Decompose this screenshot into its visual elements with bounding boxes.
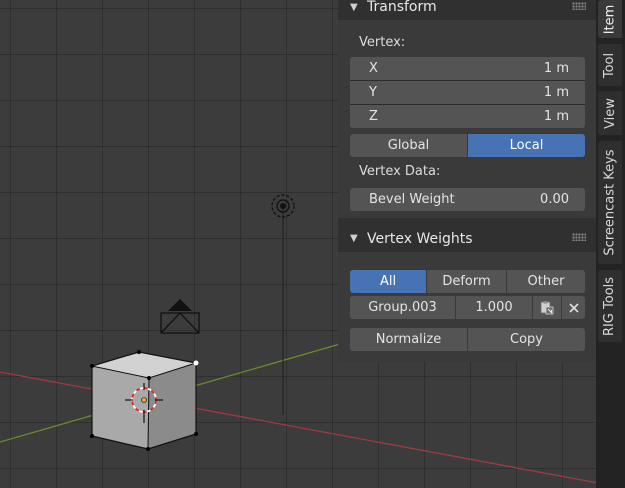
bevel-weight-field[interactable]: Bevel Weight 0.00 — [350, 188, 585, 211]
tab-screencast-keys-label: Screencast Keys — [602, 149, 618, 256]
chevron-down-icon: ▼ — [350, 1, 358, 13]
local-button[interactable]: Local — [468, 134, 585, 157]
vertex-z-field[interactable]: Z 1 m — [350, 105, 585, 128]
vertex-data-label: Vertex Data: — [359, 164, 441, 179]
vertex-y-label: Y — [369, 85, 377, 100]
copy-button[interactable]: Copy — [468, 328, 585, 351]
paste-to-selected-icon[interactable] — [533, 296, 561, 319]
transform-panel-body: Vertex: X 1 m Y 1 m Z 1 m Global Local V… — [338, 20, 596, 218]
vertex-y-value: 1 m — [543, 85, 569, 100]
vertex-x-label: X — [369, 61, 378, 76]
tab-view-label: View — [602, 97, 618, 129]
filter-all-button[interactable]: All — [350, 270, 426, 293]
vertex-weights-panel-title: Vertex Weights — [367, 230, 473, 247]
vertex-y-field[interactable]: Y 1 m — [350, 81, 585, 104]
tab-rig-tools[interactable]: RIG Tools — [598, 270, 622, 342]
tab-item-label: Item — [602, 4, 618, 34]
vertex-z-value: 1 m — [543, 109, 569, 124]
vertex-weights-panel-body: All Deform Other Group.003 1.000 Normali… — [338, 252, 596, 362]
sidebar-panel: ▼ Transform Vertex: X 1 m Y 1 m Z 1 m Gl… — [338, 0, 596, 362]
sidebar-tab-strip: Item Tool View Screencast Keys RIG Tools — [596, 0, 625, 488]
drag-grip-icon[interactable] — [572, 2, 586, 10]
drag-grip-icon[interactable] — [572, 233, 586, 241]
vertex-label: Vertex: — [359, 35, 406, 50]
tab-view[interactable]: View — [598, 91, 622, 135]
vertex-z-label: Z — [369, 109, 378, 124]
normalize-button[interactable]: Normalize — [350, 328, 467, 351]
vertex-x-value: 1 m — [543, 61, 569, 76]
filter-deform-button[interactable]: Deform — [427, 270, 506, 293]
close-icon[interactable] — [562, 296, 585, 319]
vertex-weights-panel-header[interactable]: ▼ Vertex Weights — [338, 225, 596, 252]
tab-screencast-keys[interactable]: Screencast Keys — [598, 141, 622, 264]
chevron-down-icon: ▼ — [350, 233, 358, 244]
bevel-weight-value: 0.00 — [540, 192, 569, 207]
global-button[interactable]: Global — [350, 134, 467, 157]
filter-other-button[interactable]: Other — [507, 270, 585, 293]
vertex-group-name[interactable]: Group.003 — [350, 296, 455, 319]
light-icon — [271, 194, 295, 415]
transform-panel-header[interactable]: ▼ Transform — [338, 0, 596, 20]
tab-tool[interactable]: Tool — [598, 44, 622, 86]
bevel-weight-label: Bevel Weight — [369, 192, 455, 207]
vertex-x-field[interactable]: X 1 m — [350, 57, 585, 80]
tab-tool-label: Tool — [602, 52, 618, 78]
transform-panel-title: Transform — [367, 0, 437, 15]
vertex-group-weight-field[interactable]: 1.000 — [456, 296, 532, 319]
tab-rig-tools-label: RIG Tools — [602, 276, 618, 336]
camera-icon — [160, 299, 200, 334]
tab-item[interactable]: Item — [598, 0, 622, 38]
